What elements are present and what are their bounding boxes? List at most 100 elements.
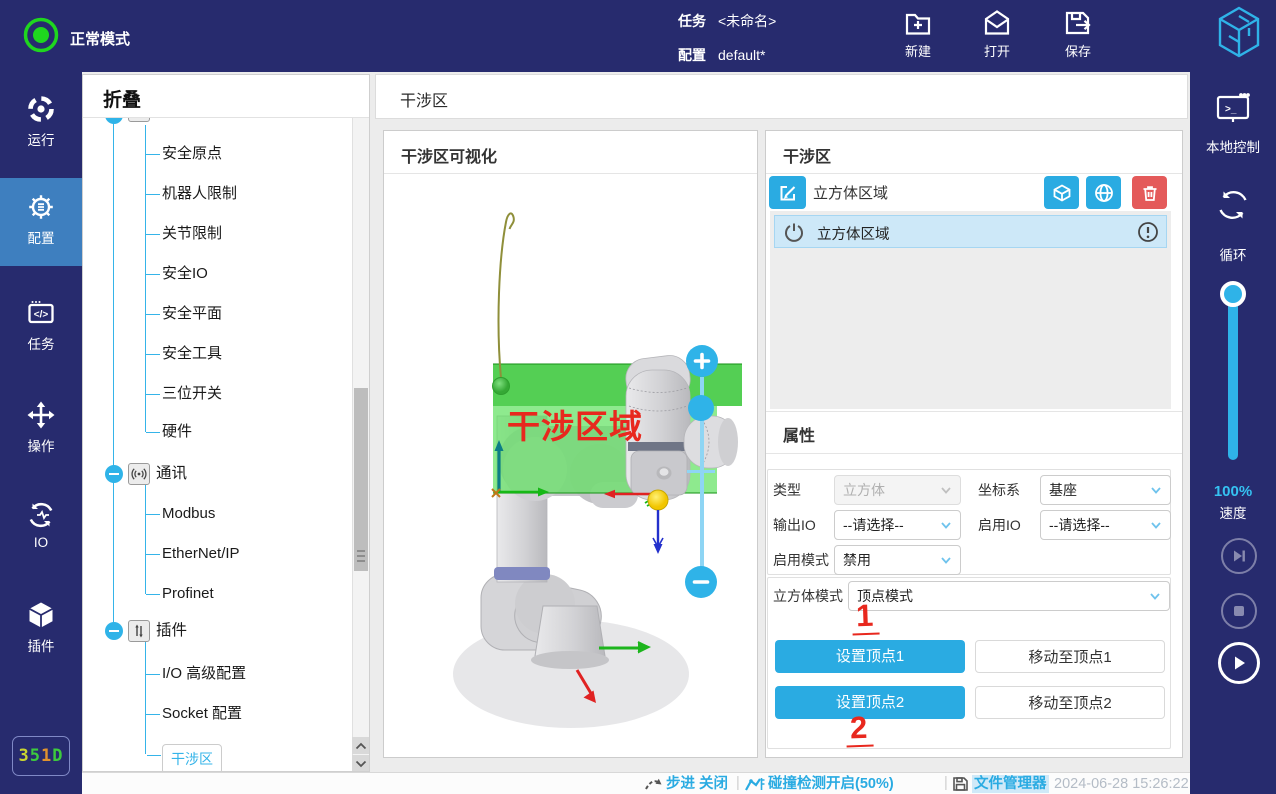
move-to-vertex-2-button[interactable]: 移动至顶点2 <box>975 686 1165 719</box>
speed-slider-handle[interactable] <box>1220 281 1246 307</box>
tree-scroll-up-button[interactable] <box>352 737 370 754</box>
chevron-down-icon <box>1150 519 1162 531</box>
tree-item-ethernet-ip[interactable]: EtherNet/IP <box>162 544 240 564</box>
tree-item-safety-tool[interactable]: 安全工具 <box>162 344 222 364</box>
open-button[interactable]: 打开 <box>968 6 1026 68</box>
step-mode-status[interactable]: 步进 关闭 <box>666 775 728 793</box>
local-control-icon[interactable]: >_ <box>1215 92 1251 126</box>
step-forward-button[interactable] <box>1221 538 1257 574</box>
task-value: <未命名> <box>718 13 776 29</box>
speed-slider-track[interactable] <box>1228 294 1238 460</box>
tree-node-collapse[interactable] <box>105 465 123 483</box>
tree-item-safety-plane[interactable]: 安全平面 <box>162 304 222 324</box>
step-mode-icon <box>644 776 663 792</box>
io-cycle-icon <box>26 500 56 530</box>
tree-scroll-down-button[interactable] <box>352 755 370 772</box>
tree-item-interference-zone[interactable]: 干涉区 <box>162 744 222 772</box>
warning-icon[interactable] <box>1137 221 1159 243</box>
sidebar-item-run[interactable]: 运行 <box>0 80 82 168</box>
tree-item-safety-home[interactable]: 安全原点 <box>162 144 222 164</box>
output-io-select[interactable]: --请选择-- <box>834 510 961 540</box>
file-manager-icon <box>952 776 969 792</box>
power-icon[interactable] <box>783 221 805 243</box>
viz-title: 干涉区可视化 <box>401 143 497 167</box>
stop-button[interactable] <box>1221 593 1257 629</box>
zone-list-item[interactable]: 立方体区域 <box>774 215 1167 248</box>
status-lamp-icon <box>22 16 60 54</box>
enable-mode-select[interactable]: 禁用 <box>834 545 961 575</box>
brand-logo-icon <box>1216 5 1262 59</box>
tree-item-profinet[interactable]: Profinet <box>162 584 214 604</box>
frame-select[interactable]: 基座 <box>1040 475 1171 505</box>
sidebar-item-plugin[interactable]: 插件 <box>0 586 82 674</box>
viz-zoom-tick <box>687 470 715 473</box>
edit-zone-button[interactable] <box>769 176 806 209</box>
mode-label: 正常模式 <box>70 28 130 49</box>
stop-icon <box>1232 604 1246 618</box>
set-vertex-1-button[interactable]: 设置顶点1 <box>775 640 965 673</box>
collision-detect-status[interactable]: 碰撞检测开启(50%) <box>768 775 894 793</box>
tree-title[interactable]: 折叠 <box>103 85 141 112</box>
tree-item-safety-io[interactable]: 安全IO <box>162 264 208 284</box>
viz-card: 干涉区可视化 <box>383 130 758 758</box>
tree-item-io-advanced[interactable]: I/O 高级配置 <box>162 664 246 684</box>
tree-item-robot-limit[interactable]: 机器人限制 <box>162 184 237 204</box>
speed-label: 速度 <box>1190 502 1276 522</box>
viz-zoom-in-button[interactable] <box>686 345 718 377</box>
config-label: 配置 <box>678 47 706 63</box>
tree-item-three-pos-switch[interactable]: 三位开关 <box>162 384 222 404</box>
type-select[interactable]: 立方体 <box>834 475 961 505</box>
cube-mode-select[interactable]: 顶点模式 <box>848 581 1170 611</box>
cube-mode-group: 立方体模式 顶点模式 设置顶点1 移动至顶点1 设置顶点2 移动至顶点2 <box>767 577 1171 749</box>
tree-item-joint-limit[interactable]: 关节限制 <box>162 224 222 244</box>
new-button-label: 新建 <box>889 41 947 60</box>
tree-trunk-line <box>113 113 114 632</box>
file-manager-link[interactable]: 文件管理器 <box>972 775 1049 793</box>
svg-text:</>: </> <box>34 310 49 321</box>
sidebar-item-task[interactable]: </> 任务 <box>0 284 82 372</box>
tree-node-collapse[interactable] <box>105 622 123 640</box>
viz-zoom-slider-handle[interactable] <box>688 395 714 421</box>
skip-next-icon <box>1231 548 1247 564</box>
tree-branch-line <box>145 485 146 594</box>
frame-label: 坐标系 <box>978 475 1020 505</box>
tree-scrollbar-thumb[interactable] <box>354 388 368 571</box>
sidebar-item-label: 运行 <box>0 129 82 149</box>
globe-icon <box>1094 183 1114 203</box>
config-tree-panel: 折叠 安全原点 机器人限制 关节限制 安全IO 安全平面 安全工具 三位开关 硬… <box>82 74 370 772</box>
trace-line <box>499 213 514 378</box>
chevron-down-icon <box>940 484 952 496</box>
trash-icon <box>1140 183 1160 203</box>
tree-item-hardware[interactable]: 硬件 <box>162 422 192 442</box>
sidebar-item-label: 操作 <box>0 435 82 455</box>
type-label: 类型 <box>773 475 801 505</box>
tree-body: 安全原点 机器人限制 关节限制 安全IO 安全平面 安全工具 三位开关 硬件 通… <box>83 75 369 771</box>
move-to-vertex-1-button[interactable]: 移动至顶点1 <box>975 640 1165 673</box>
properties-title: 属性 <box>783 422 815 446</box>
annotation-2: 2 <box>845 711 873 748</box>
tree-item-modbus[interactable]: Modbus <box>162 504 215 524</box>
tree-item-socket-config[interactable]: Socket 配置 <box>162 704 242 724</box>
save-button[interactable]: 保存 <box>1049 6 1107 68</box>
enable-io-select[interactable]: --请选择-- <box>1040 510 1171 540</box>
page-title: 干涉区 <box>400 87 448 111</box>
tree-group-comm[interactable]: 通讯 <box>156 463 187 485</box>
sidebar-item-config[interactable]: 配置 <box>0 178 82 266</box>
sidebar-item-io[interactable]: IO <box>0 486 82 574</box>
tree-group-plugin[interactable]: 插件 <box>156 620 187 642</box>
comm-group-icon <box>128 463 150 485</box>
delete-zone-button[interactable] <box>1132 176 1167 209</box>
output-io-label: 输出IO <box>773 510 816 540</box>
new-button[interactable]: 新建 <box>889 6 947 68</box>
speed-percent: 100% <box>1190 483 1276 500</box>
viz-zoom-out-button[interactable] <box>685 566 717 598</box>
version-badge: 351D <box>12 736 70 776</box>
cube-view-button[interactable] <box>1044 176 1079 209</box>
minus-icon <box>692 573 710 591</box>
globe-view-button[interactable] <box>1086 176 1121 209</box>
zone-title: 干涉区 <box>783 143 831 167</box>
sidebar-item-operate[interactable]: 操作 <box>0 386 82 474</box>
play-button[interactable] <box>1218 642 1260 684</box>
page-header: 干涉区 <box>375 74 1188 119</box>
loop-icon[interactable] <box>1216 188 1250 222</box>
